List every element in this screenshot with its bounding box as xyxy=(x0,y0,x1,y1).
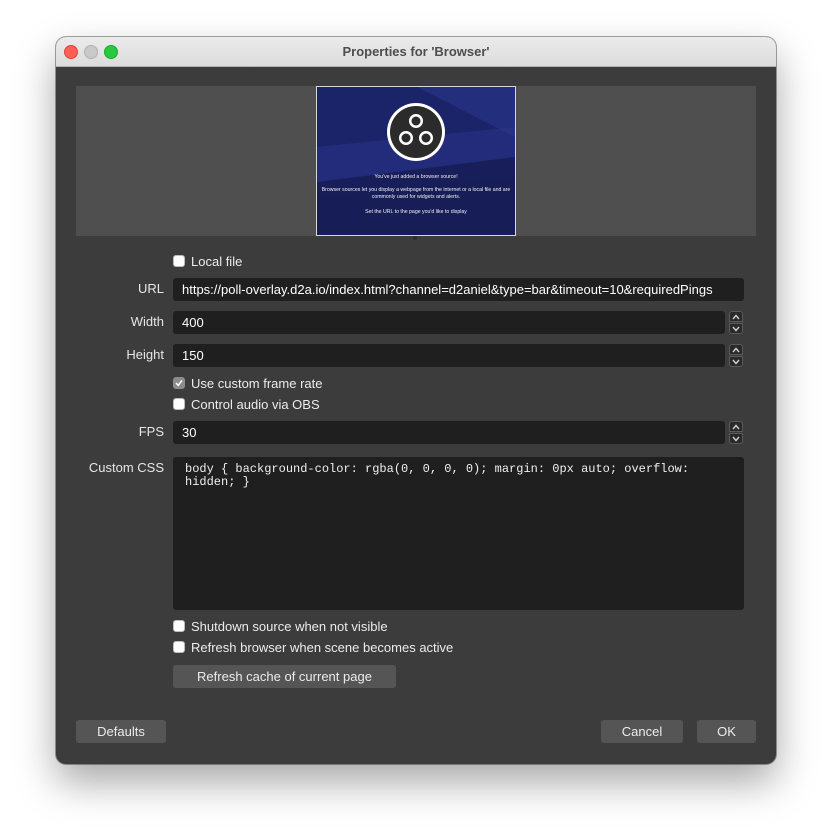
cancel-button[interactable]: Cancel xyxy=(601,720,683,743)
browser-source-preview-image: You've just added a browser source! Brow… xyxy=(316,86,516,236)
url-input[interactable]: https://poll-overlay.d2a.io/index.html?c… xyxy=(173,278,744,301)
checkbox-box[interactable] xyxy=(173,641,185,653)
custom-frame-rate-label: Use custom frame rate xyxy=(191,376,323,391)
fps-increment-button[interactable] xyxy=(729,421,743,432)
height-increment-button[interactable] xyxy=(729,344,743,355)
refresh-browser-label: Refresh browser when scene becomes activ… xyxy=(191,640,454,655)
height-label: Height xyxy=(126,347,164,362)
window-title: Properties for 'Browser' xyxy=(342,44,490,59)
width-decrement-button[interactable] xyxy=(729,323,743,334)
source-preview: You've just added a browser source! Brow… xyxy=(76,86,756,236)
checkbox-box[interactable] xyxy=(173,377,185,389)
preview-heading: You've just added a browser source! xyxy=(374,174,458,180)
checkbox-box[interactable] xyxy=(173,398,185,410)
fps-label: FPS xyxy=(138,424,164,439)
title-bar[interactable]: Properties for 'Browser' xyxy=(56,37,776,67)
custom-css-textarea[interactable]: body { background-color: rgba(0, 0, 0, 0… xyxy=(173,457,744,610)
shutdown-source-label: Shutdown source when not visible xyxy=(191,619,388,634)
width-input[interactable]: 400 xyxy=(173,311,725,334)
preview-description: Browser sources let you display a webpag… xyxy=(321,187,511,200)
checkbox-box[interactable] xyxy=(173,255,185,267)
control-audio-label: Control audio via OBS xyxy=(191,397,320,412)
height-stepper[interactable] xyxy=(729,344,743,367)
properties-window: Properties for 'Browser' You've just add… xyxy=(56,37,776,764)
fps-decrement-button[interactable] xyxy=(729,433,743,444)
width-increment-button[interactable] xyxy=(729,311,743,322)
checkbox-box[interactable] xyxy=(173,620,185,632)
url-label: URL xyxy=(137,281,164,296)
width-stepper[interactable] xyxy=(729,311,743,334)
custom-css-label: Custom CSS xyxy=(88,460,164,475)
height-decrement-button[interactable] xyxy=(729,356,743,367)
defaults-button[interactable]: Defaults xyxy=(76,720,166,743)
height-input[interactable]: 150 xyxy=(173,344,725,367)
local-file-label: Local file xyxy=(191,254,243,269)
preview-instruction: Set the URL to the page you'd like to di… xyxy=(365,209,467,215)
fps-input[interactable]: 30 xyxy=(173,421,725,444)
preview-resize-handle[interactable] xyxy=(413,236,417,240)
width-label: Width xyxy=(130,314,164,329)
refresh-cache-button[interactable]: Refresh cache of current page xyxy=(173,665,396,688)
ok-button[interactable]: OK xyxy=(697,720,756,743)
fps-stepper[interactable] xyxy=(729,421,743,444)
